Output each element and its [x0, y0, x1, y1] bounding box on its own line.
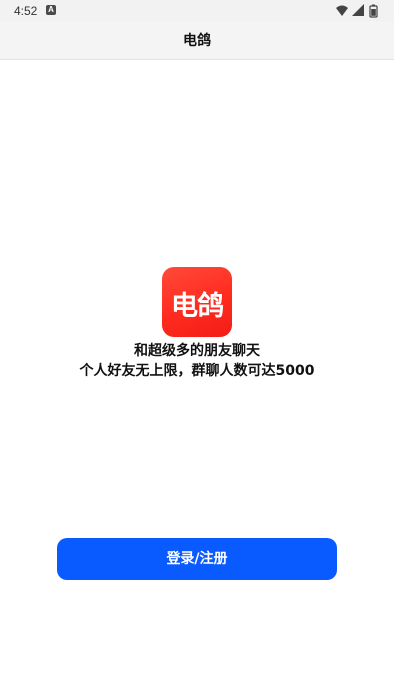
app-header: 电鸽	[0, 22, 394, 60]
slogan-line-1: 和超级多的朋友聊天	[134, 343, 260, 359]
signal-icon	[352, 4, 364, 16]
logo-text: 电鸽	[171, 291, 224, 322]
status-bar: 4:52 A	[0, 0, 394, 22]
a-icon: A	[46, 5, 56, 15]
page-title: 电鸽	[183, 33, 211, 49]
slogan: 和超级多的朋友聊天 个人好友无上限，群聊人数可达5000	[0, 341, 394, 381]
wifi-icon	[336, 5, 348, 16]
battery-icon	[369, 4, 378, 18]
login-register-button[interactable]: 登录/注册	[57, 538, 337, 580]
app-logo: 电鸽	[162, 267, 232, 337]
status-time: 4:52	[14, 4, 38, 18]
status-icons	[334, 3, 384, 19]
slogan-line-2: 个人好友无上限，群聊人数可达5000	[79, 363, 315, 379]
